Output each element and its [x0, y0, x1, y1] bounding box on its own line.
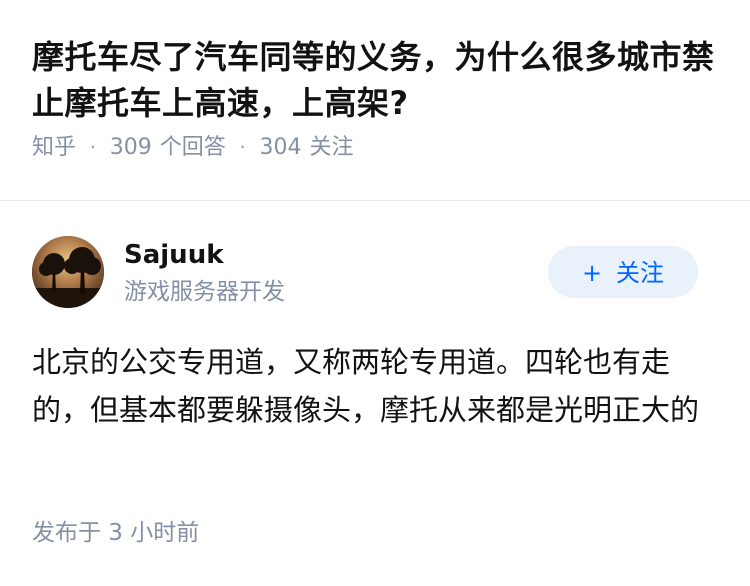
meta-separator: ·	[239, 137, 246, 158]
avatar[interactable]	[32, 236, 104, 308]
section-divider	[0, 200, 750, 201]
answer-content[interactable]: 北京的公交专用道，又称两轮专用道。四轮也有走的，但基本都要躲摄像头，摩托从来都是…	[32, 338, 712, 434]
plus-icon: +	[581, 259, 603, 287]
question-meta: 知乎 · 309 个回答 · 304 关注	[32, 132, 732, 164]
avatar-image	[32, 236, 104, 308]
follower-count: 304	[259, 135, 302, 160]
follower-count-label: 关注	[309, 135, 354, 160]
follow-button[interactable]: + 关注	[548, 246, 698, 298]
answer-timestamp: 发布于 3 小时前	[32, 520, 200, 546]
author-bio: 游戏服务器开发	[124, 279, 285, 305]
source-label[interactable]: 知乎	[32, 132, 76, 164]
answer-author-row: Sajuuk 游戏服务器开发 + 关注	[32, 236, 718, 310]
answer-count: 309	[109, 135, 152, 160]
question-header: 摩托车尽了汽车同等的义务，为什么很多城市禁止摩托车上高速，上高架? 知乎 · 3…	[32, 34, 732, 164]
question-title[interactable]: 摩托车尽了汽车同等的义务，为什么很多城市禁止摩托车上高速，上高架?	[32, 34, 732, 126]
meta-separator: ·	[90, 137, 96, 158]
author-name[interactable]: Sajuuk	[124, 238, 224, 272]
answer-count-label: 个回答	[159, 135, 226, 160]
follow-button-label: 关注	[616, 259, 665, 287]
